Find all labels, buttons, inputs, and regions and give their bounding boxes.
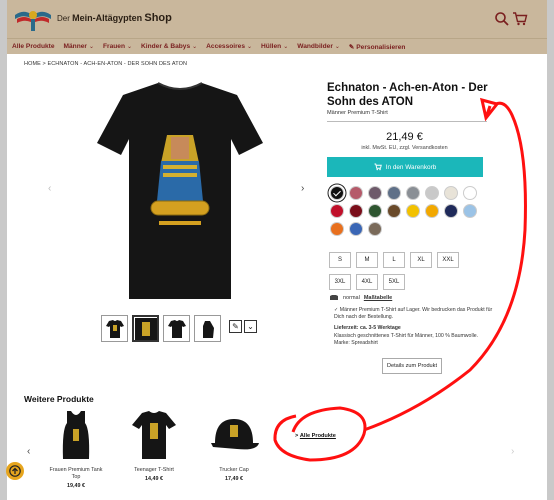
color-swatch[interactable]	[368, 204, 382, 218]
nav-item-men[interactable]: Männer ⌄	[64, 43, 94, 50]
delivery-label: Lieferzeit: ca. 3-5 Werktage	[334, 325, 401, 332]
product-card-price: 19,49 €	[67, 483, 85, 489]
size-option[interactable]: 4XL	[356, 274, 378, 290]
shirt-fit-icon	[330, 295, 338, 300]
color-swatch[interactable]	[387, 186, 401, 200]
size-option[interactable]: S	[329, 252, 351, 268]
color-swatch[interactable]	[330, 186, 344, 200]
arrow-up-icon	[9, 465, 21, 477]
product-card-name: Teenager T-Shirt	[134, 467, 174, 473]
chevron-down-icon: ⌄	[88, 44, 94, 50]
product-subtitle: Männer Premium T-Shirt	[327, 110, 388, 116]
cap-image	[211, 419, 259, 450]
color-swatch[interactable]	[387, 204, 401, 218]
next-image-arrow[interactable]: ›	[301, 183, 304, 194]
thumbnail-side[interactable]	[194, 315, 221, 342]
fit-row: normal Maßtabelle	[329, 295, 392, 301]
divider	[327, 121, 487, 122]
thumbnail-back[interactable]	[163, 315, 190, 342]
fit-label: normal	[343, 295, 360, 301]
search-icon[interactable]	[494, 11, 510, 27]
color-swatch[interactable]	[349, 222, 363, 236]
prev-image-arrow[interactable]: ‹	[48, 183, 51, 194]
stock-text: ✓ Männer Premium T-Shirt auf Lager. Wir …	[334, 307, 493, 321]
breadcrumb[interactable]: HOME > ECHNATON - ACH-EN-ATON - DER SOHN…	[24, 61, 187, 67]
color-swatch[interactable]	[425, 186, 439, 200]
color-swatch[interactable]	[444, 204, 458, 218]
color-swatch[interactable]	[406, 204, 420, 218]
color-swatches	[330, 186, 480, 236]
scroll-to-top-button[interactable]	[6, 462, 24, 480]
tshirt-image	[132, 411, 176, 459]
tax-note: inkl. MwSt. EU, zzgl. Versandkosten	[361, 145, 448, 151]
chevron-down-icon: ⌄	[126, 44, 133, 50]
color-swatch[interactable]	[406, 186, 420, 200]
size-option[interactable]: XXL	[437, 252, 459, 268]
chevron-down-icon: ⌄	[334, 44, 340, 50]
product-description: Klassisch geschnittenes T-Shirt für Männ…	[334, 332, 479, 339]
product-title: Echnaton - Ach-en-Aton - Der Sohn des AT…	[327, 82, 488, 108]
nav-item-all-products[interactable]: Alle Produkte	[12, 43, 55, 50]
chevron-down-icon[interactable]: ⌄	[244, 320, 257, 333]
tank-top-image	[62, 411, 90, 459]
chevron-down-icon: ⌄	[283, 44, 289, 50]
color-swatch[interactable]	[425, 204, 439, 218]
product-page: Der Mein-Altägypten Shop Alle Produkte M…	[7, 0, 547, 500]
product-image[interactable]	[63, 73, 297, 309]
product-details-button[interactable]: Details zum Produkt	[382, 358, 442, 374]
size-option[interactable]: 3XL	[329, 274, 351, 290]
product-card-price: 14,49 €	[145, 476, 163, 482]
nav-item-cases[interactable]: Hüllen ⌄	[261, 43, 288, 50]
size-option[interactable]: 5XL	[383, 274, 405, 290]
prev-products-arrow[interactable]: ‹	[27, 446, 30, 457]
product-card-price: 17,49 €	[225, 476, 243, 482]
product-info: ✓ Männer Premium T-Shirt auf Lager. Wir …	[334, 307, 494, 347]
nav-item-kids[interactable]: Kinder & Babys ⌄	[141, 43, 197, 50]
thumbnail-strip	[101, 315, 221, 342]
site-header: Der Mein-Altägypten Shop	[7, 0, 547, 38]
thumbnail-closeup[interactable]	[132, 315, 159, 342]
all-products-link[interactable]: > Alle Produkte	[295, 433, 336, 439]
color-swatch[interactable]	[349, 186, 363, 200]
nav-item-personalize[interactable]: ✎ Personalisieren	[349, 43, 405, 51]
cart-icon[interactable]	[512, 11, 528, 27]
nav-item-women[interactable]: Frauen ⌄	[103, 43, 132, 50]
color-swatch[interactable]	[349, 204, 363, 218]
shop-name[interactable]: Der Mein-Altägypten Shop	[57, 12, 172, 24]
product-card-name: Frauen Premium Tank Top	[49, 467, 103, 480]
winged-sun-logo[interactable]	[13, 5, 53, 33]
nav-item-wall-art[interactable]: Wandbilder ⌄	[297, 43, 340, 50]
size-guide-link[interactable]: Maßtabelle	[364, 295, 392, 301]
color-swatch[interactable]	[368, 186, 382, 200]
color-swatch[interactable]	[463, 204, 477, 218]
size-option[interactable]: M	[356, 252, 378, 268]
color-swatch[interactable]	[330, 222, 344, 236]
nav-item-accessories[interactable]: Accessoires ⌄	[206, 43, 252, 50]
color-swatch[interactable]	[368, 222, 382, 236]
product-card[interactable]: Frauen Premium Tank Top 19,49 €	[46, 409, 106, 489]
size-options: S M L XL XXL 3XL 4XL 5XL	[329, 252, 481, 290]
cart-icon	[374, 163, 382, 171]
product-card[interactable]: Teenager T-Shirt 14,49 €	[124, 409, 184, 482]
color-swatch[interactable]	[463, 186, 477, 200]
chevron-down-icon: ⌄	[192, 44, 198, 50]
size-option[interactable]: L	[383, 252, 405, 268]
next-products-arrow[interactable]: ›	[511, 446, 514, 457]
product-card-name: Trucker Cap	[219, 467, 249, 473]
size-option[interactable]: XL	[410, 252, 432, 268]
color-swatch[interactable]	[330, 204, 344, 218]
main-nav: Alle Produkte Männer ⌄ Frauen ⌄ Kinder & B…	[7, 38, 547, 54]
product-card[interactable]: Trucker Cap 17,49 €	[204, 409, 264, 482]
product-price: 21,49 €	[386, 131, 423, 143]
edit-icon[interactable]: ✎	[229, 320, 242, 333]
add-to-cart-button[interactable]: In den Warenkorb	[327, 157, 483, 177]
color-swatch[interactable]	[444, 186, 458, 200]
brand-text: Marke: Spreadshirt	[334, 339, 378, 346]
chevron-down-icon: ⌄	[247, 44, 253, 50]
more-products-title: Weitere Produkte	[24, 394, 94, 404]
thumbnail-front[interactable]	[101, 315, 128, 342]
